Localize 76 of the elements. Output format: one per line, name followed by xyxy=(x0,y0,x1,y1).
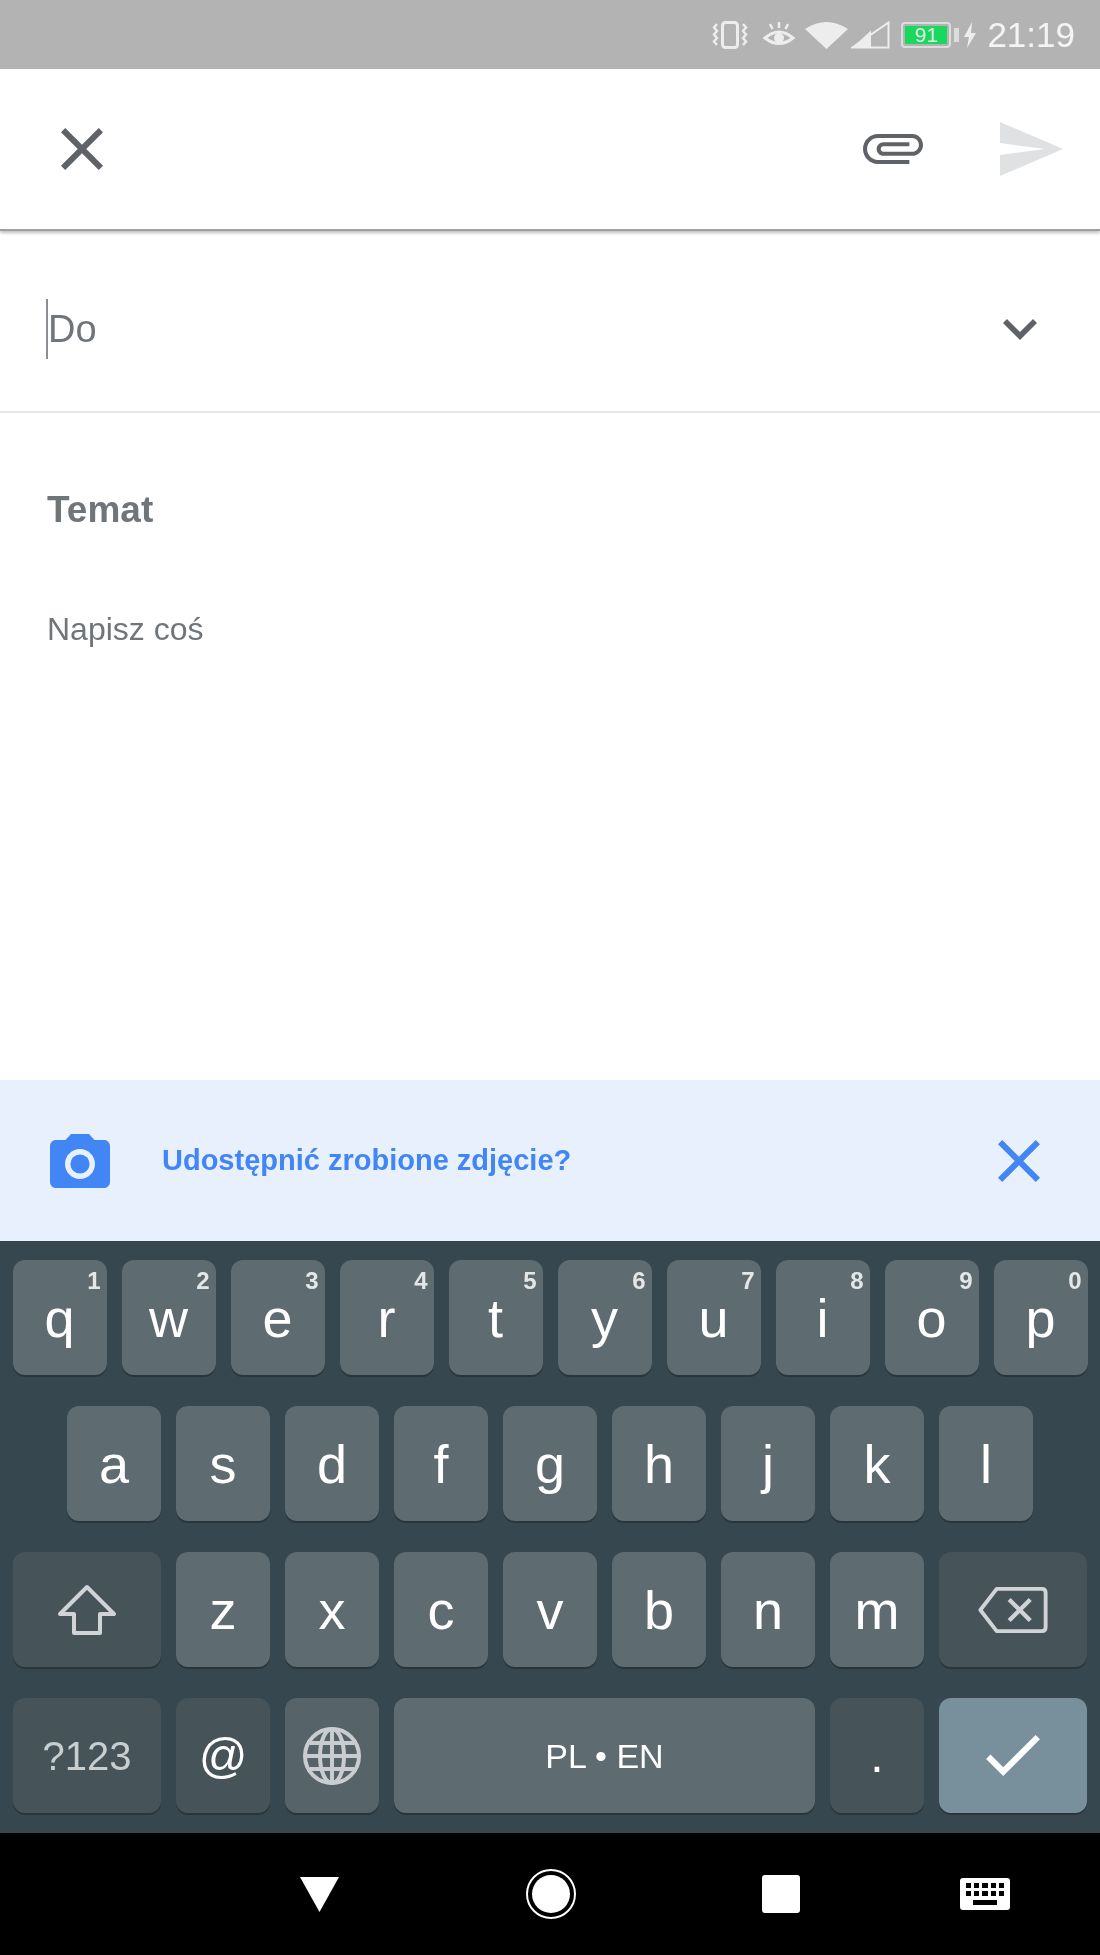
shift-arrow-icon xyxy=(57,1583,117,1636)
backspace-key[interactable] xyxy=(939,1552,1087,1667)
home-button[interactable] xyxy=(526,1869,576,1919)
vibrate-icon xyxy=(710,20,751,49)
letter-key[interactable]: l xyxy=(939,1406,1033,1521)
back-triangle-icon xyxy=(299,1875,340,1913)
letter-key[interactable]: m xyxy=(830,1552,924,1667)
close-button[interactable] xyxy=(61,128,103,170)
letter-key[interactable]: r 4 xyxy=(339,1260,434,1375)
symbols-key[interactable]: ?123 xyxy=(13,1698,161,1813)
key-number-hint: 6 xyxy=(632,1269,646,1293)
recipient-field[interactable]: Do xyxy=(48,299,1003,359)
symbol-key[interactable]: . xyxy=(830,1698,924,1813)
key-number-hint: 9 xyxy=(959,1269,973,1293)
paperclip-icon xyxy=(863,134,923,164)
attach-button[interactable] xyxy=(863,134,923,164)
letter-key[interactable]: g xyxy=(503,1406,597,1521)
letter-key[interactable]: h xyxy=(612,1406,706,1521)
keyboard-switch-button[interactable] xyxy=(960,1878,1010,1910)
battery-percentage: 91 xyxy=(905,25,948,44)
dismiss-button[interactable] xyxy=(998,1139,1040,1182)
suggestion-text[interactable]: Udostępnić zrobione zdjęcie? xyxy=(162,1138,572,1183)
letter-key[interactable]: z xyxy=(176,1552,270,1667)
recents-square-icon xyxy=(762,1875,800,1913)
expand-button[interactable] xyxy=(1003,318,1037,340)
letter-key[interactable]: d xyxy=(285,1406,379,1521)
letter-key[interactable]: b xyxy=(612,1552,706,1667)
key-number-hint: 5 xyxy=(523,1269,537,1293)
keyboard-icon xyxy=(960,1878,1010,1910)
shift-key[interactable] xyxy=(13,1552,161,1667)
subject-field[interactable]: Temat xyxy=(47,487,1053,533)
letter-key[interactable]: a xyxy=(67,1406,161,1521)
battery-tip-icon xyxy=(954,27,960,42)
key-number-hint: 4 xyxy=(414,1269,428,1293)
checkmark-icon xyxy=(986,1735,1040,1776)
letter-key[interactable]: n xyxy=(721,1552,815,1667)
letter-key[interactable]: x xyxy=(285,1552,379,1667)
key-number-hint: 0 xyxy=(1068,1269,1082,1293)
symbol-key[interactable]: @ xyxy=(176,1698,270,1813)
key-number-hint: 2 xyxy=(196,1269,210,1293)
wifi-icon xyxy=(805,20,849,49)
letter-key[interactable]: e 3 xyxy=(230,1260,325,1375)
letter-key[interactable]: w 2 xyxy=(121,1260,216,1375)
chevron-down-icon xyxy=(1003,318,1037,340)
language-key[interactable] xyxy=(285,1698,379,1813)
letter-key[interactable]: u 7 xyxy=(666,1260,761,1375)
key-number-hint: 3 xyxy=(305,1269,319,1293)
letter-key[interactable]: v xyxy=(503,1552,597,1667)
letter-key[interactable]: y 6 xyxy=(557,1260,652,1375)
send-icon xyxy=(1000,122,1063,176)
key-number-hint: 1 xyxy=(87,1269,101,1293)
message-body-field[interactable]: Napisz coś xyxy=(47,609,1053,1060)
letter-key[interactable]: s xyxy=(176,1406,270,1521)
letter-key[interactable]: q 1 xyxy=(12,1260,107,1375)
globe-icon xyxy=(302,1725,362,1786)
charging-bolt-icon xyxy=(963,21,978,48)
letter-key[interactable]: i 8 xyxy=(775,1260,870,1375)
letter-key[interactable]: t 5 xyxy=(448,1260,543,1375)
key-number-hint: 8 xyxy=(850,1269,864,1293)
back-button[interactable] xyxy=(299,1875,340,1913)
letter-key[interactable]: j xyxy=(721,1406,815,1521)
status-time: 21:19 xyxy=(987,17,1075,52)
camera-icon xyxy=(50,1133,110,1188)
close-icon xyxy=(998,1139,1040,1182)
space-key[interactable]: PL • EN xyxy=(394,1698,815,1813)
key-number-hint: 7 xyxy=(741,1269,755,1293)
letter-key[interactable]: f xyxy=(394,1406,488,1521)
letter-key[interactable]: c xyxy=(394,1552,488,1667)
home-circle-icon xyxy=(526,1869,576,1919)
close-icon xyxy=(61,128,103,170)
letter-key[interactable]: p 0 xyxy=(993,1260,1088,1375)
enter-key[interactable] xyxy=(939,1698,1087,1813)
letter-key[interactable]: o 9 xyxy=(884,1260,979,1375)
backspace-icon xyxy=(977,1585,1049,1634)
signal-icon xyxy=(851,20,891,49)
letter-key[interactable]: k xyxy=(830,1406,924,1521)
